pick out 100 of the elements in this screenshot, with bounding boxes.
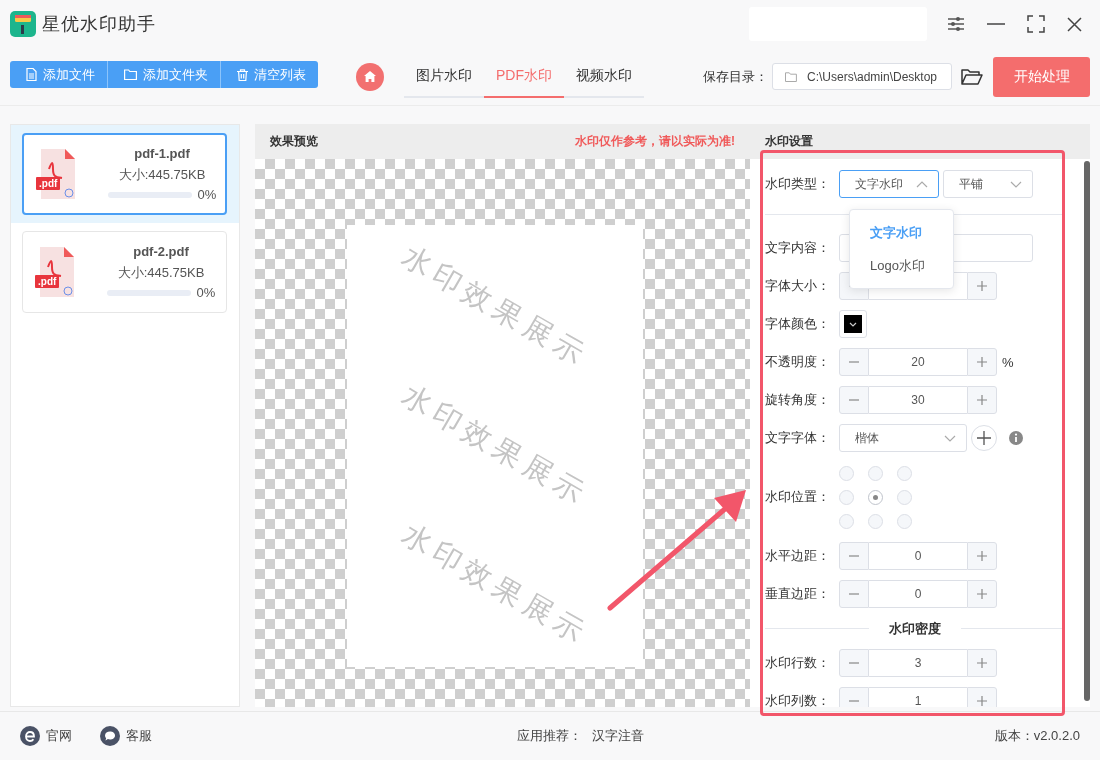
info-icon <box>1009 431 1023 445</box>
progress-percent: 0% <box>196 285 216 300</box>
setting-label: 字体颜色： <box>765 315 831 333</box>
footer-link[interactable]: 客服 <box>100 726 152 746</box>
plus-button[interactable] <box>967 272 997 300</box>
add-font-button[interactable] <box>971 425 997 451</box>
version-label: 版本：v2.0.2.0 <box>994 727 1080 745</box>
file-name: pdf-2.pdf <box>133 244 189 259</box>
setting-label: 水平边距： <box>765 547 831 565</box>
folder-icon <box>785 71 797 82</box>
preview-notice: 水印仅作参考，请以实际为准! <box>575 133 735 150</box>
open-folder-icon[interactable] <box>961 67 983 86</box>
chevron-icon <box>916 180 928 188</box>
plus-icon <box>977 551 987 561</box>
settings-title: 水印设置 <box>765 133 813 150</box>
setting-label: 水印列数： <box>765 692 831 707</box>
plus-icon <box>977 395 987 405</box>
minus-button[interactable] <box>839 580 869 608</box>
setting-label: 不透明度： <box>765 353 831 371</box>
plus-icon <box>977 281 987 291</box>
chevron-down-icon <box>1010 180 1022 188</box>
trash-icon <box>237 68 248 81</box>
color-picker[interactable] <box>839 310 867 338</box>
minus-button[interactable] <box>839 542 869 570</box>
file-name: pdf-1.pdf <box>134 146 190 161</box>
plus-icon <box>977 357 987 367</box>
font-select[interactable]: 楷体 <box>839 424 967 452</box>
paint-roller-logo-icon <box>10 11 36 37</box>
chevron-down-icon <box>944 434 956 442</box>
plus-button[interactable] <box>967 687 997 707</box>
minus-button[interactable] <box>839 386 869 414</box>
watermark-text: 水印效果展示 <box>394 237 596 375</box>
document-icon <box>26 68 37 81</box>
setting-label: 文字字体： <box>765 429 831 447</box>
setting-label: 字体大小： <box>765 277 831 295</box>
position-radio[interactable] <box>897 513 912 529</box>
settings-icon[interactable] <box>947 16 965 32</box>
position-radio[interactable] <box>868 489 883 505</box>
save-directory-label: 保存目录： <box>703 67 768 86</box>
save-path-field[interactable]: C:\Users\admin\Desktop <box>772 63 952 90</box>
minus-button[interactable] <box>839 348 869 376</box>
setting-label: 垂直边距： <box>765 585 831 603</box>
file-size: 大小:445.75KB <box>118 166 206 184</box>
minus-icon <box>849 700 859 702</box>
chevron-down-icon <box>849 321 857 327</box>
setting-label: 水印位置： <box>765 488 831 506</box>
tab[interactable]: 视频水印 <box>564 55 644 98</box>
plus-icon <box>977 589 987 599</box>
preview-title: 效果预览 <box>270 133 318 150</box>
maximize-icon[interactable] <box>1027 15 1045 33</box>
chat-bubble-icon <box>100 726 120 746</box>
minus-icon <box>849 555 859 557</box>
plus-button[interactable] <box>967 348 997 376</box>
position-radio[interactable] <box>839 489 854 505</box>
setting-label: 水印类型： <box>765 175 831 193</box>
file-size: 大小:445.75KB <box>117 264 205 282</box>
dropdown-option[interactable]: Logo水印 <box>850 249 953 282</box>
plus-button[interactable] <box>967 542 997 570</box>
close-icon[interactable] <box>1067 16 1082 32</box>
plus-icon <box>977 696 987 706</box>
position-radio[interactable] <box>839 513 854 529</box>
watermark-text: 水印效果展示 <box>394 516 596 654</box>
file-type-label: .pdf <box>36 177 61 190</box>
section-heading: 水印密度 <box>888 619 942 638</box>
plus-icon <box>977 431 991 445</box>
file-card[interactable]: .pdf pdf-1.pdf 大小:445.75KB 0% <box>22 133 227 215</box>
watermark-text: 水印效果展示 <box>394 376 596 515</box>
minus-button[interactable] <box>839 687 869 707</box>
watermark-type-select[interactable]: 文字水印 <box>839 170 939 198</box>
setting-label: 旋转角度： <box>765 391 831 409</box>
app-title: 星优水印助手 <box>42 13 156 36</box>
minimize-icon[interactable] <box>987 22 1005 26</box>
position-radio[interactable] <box>897 489 912 505</box>
position-radio[interactable] <box>839 465 854 481</box>
minus-icon <box>849 593 859 595</box>
setting-label: 文字内容： <box>765 239 831 257</box>
browser-e-icon <box>20 726 40 746</box>
home-button[interactable] <box>356 62 384 91</box>
setting-label: 水印行数： <box>765 654 831 672</box>
footer-link[interactable]: 官网 <box>20 726 72 746</box>
minus-icon <box>849 662 859 664</box>
position-radio[interactable] <box>897 465 912 481</box>
home-icon <box>364 71 376 82</box>
plus-button[interactable] <box>967 649 997 677</box>
minus-icon <box>849 399 859 401</box>
recommended-app-link[interactable]: 汉字注音 <box>592 727 644 745</box>
recommend-label: 应用推荐： <box>517 727 582 745</box>
tab[interactable]: 图片水印 <box>404 55 484 98</box>
plus-button[interactable] <box>967 386 997 414</box>
position-radio[interactable] <box>868 465 883 481</box>
minus-button[interactable] <box>839 649 869 677</box>
unit-label: % <box>1002 354 1014 370</box>
file-card[interactable]: .pdf pdf-2.pdf 大小:445.75KB 0% <box>22 231 227 313</box>
progress-percent: 0% <box>197 187 217 202</box>
layout-mode-select[interactable]: 平铺 <box>943 170 1033 198</box>
plus-button[interactable] <box>967 580 997 608</box>
file-type-label: .pdf <box>35 275 60 288</box>
position-radio[interactable] <box>868 513 883 529</box>
folder-icon <box>124 69 137 80</box>
plus-icon <box>977 658 987 668</box>
